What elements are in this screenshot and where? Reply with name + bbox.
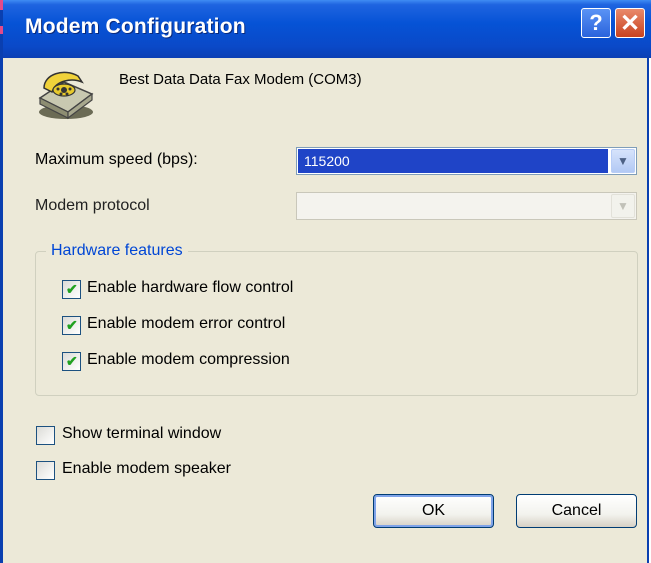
enable-modem-speaker-label: Enable modem speaker <box>62 460 231 477</box>
help-button[interactable]: ? <box>581 8 611 38</box>
chevron-down-icon: ▼ <box>617 199 629 213</box>
close-icon: ✕ <box>619 9 641 37</box>
hardware-flow-control-label: Enable hardware flow control <box>87 279 294 296</box>
checkmark-icon: ✔ <box>66 281 78 297</box>
modem-phone-icon <box>38 71 94 120</box>
show-terminal-window-checkbox[interactable] <box>36 426 55 445</box>
device-name: Best Data Data Fax Modem (COM3) <box>119 71 362 88</box>
checkmark-icon: ✔ <box>66 317 78 333</box>
modem-compression-label: Enable modem compression <box>87 351 290 368</box>
cancel-button[interactable]: Cancel <box>516 494 637 528</box>
modem-error-control-label: Enable modem error control <box>87 315 286 332</box>
edge-mark <box>0 0 3 10</box>
max-speed-label: Maximum speed (bps): <box>35 151 198 168</box>
modem-protocol-select: ▼ <box>296 192 637 220</box>
show-terminal-window-label: Show terminal window <box>62 425 222 442</box>
dialog-title: Modem Configuration <box>25 15 246 38</box>
hardware-features-legend: Hardware features <box>46 242 188 260</box>
modem-compression-checkbox[interactable]: ✔ <box>62 352 81 371</box>
close-button[interactable]: ✕ <box>615 8 645 38</box>
help-icon: ? <box>589 10 603 35</box>
title-bar[interactable]: Modem Configuration ? ✕ <box>3 0 651 58</box>
ok-button[interactable]: OK <box>373 494 494 528</box>
edge-mark <box>0 26 3 34</box>
modem-protocol-label: Modem protocol <box>35 197 150 214</box>
modem-protocol-dropdown-button: ▼ <box>611 194 635 218</box>
max-speed-select[interactable]: 115200 ▼ <box>296 147 637 175</box>
max-speed-value: 115200 <box>298 149 608 173</box>
chevron-down-icon: ▼ <box>617 154 629 168</box>
hardware-flow-control-checkbox[interactable]: ✔ <box>62 280 81 299</box>
checkmark-icon: ✔ <box>66 353 78 369</box>
modem-error-control-checkbox[interactable]: ✔ <box>62 316 81 335</box>
max-speed-dropdown-button[interactable]: ▼ <box>611 149 635 173</box>
enable-modem-speaker-checkbox[interactable] <box>36 461 55 480</box>
